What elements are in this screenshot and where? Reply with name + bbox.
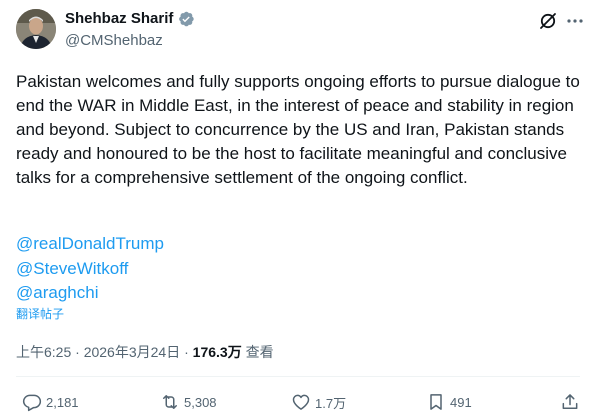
bookmark-button[interactable]: 491 [426,392,472,412]
meta-separator: · [180,344,193,360]
like-count: 1.7万 [315,395,347,411]
verified-badge-icon [179,11,195,27]
like-icon [292,394,310,410]
repost-icon [163,395,177,409]
post-text: Pakistan welcomes and fully supports ong… [16,72,580,187]
author-handle[interactable]: @CMShehbaz [65,31,163,51]
bookmark-icon [430,394,442,410]
reply-icon [22,394,42,412]
avatar[interactable] [16,9,56,49]
mention-link[interactable]: @realDonaldTrump [16,232,164,257]
post-date[interactable]: 2026年3月24日 [84,344,181,360]
divider [16,376,580,377]
avatar-image [16,9,56,49]
mentions: @realDonaldTrump @SteveWitkoff @araghchi [16,232,164,306]
grok-icon[interactable] [538,11,558,31]
author-name[interactable]: Shehbaz Sharif [65,9,173,29]
views-count: 176.3万 [192,344,242,360]
translate-post-link[interactable]: 翻译帖子 [16,306,64,322]
share-button[interactable] [560,392,584,412]
post-meta: 上午6:25 · 2026年3月24日 · 176.3万 查看 [16,342,274,362]
mention-link[interactable]: @SteveWitkoff [16,257,164,282]
post-time[interactable]: 上午6:25 [16,344,71,360]
mention-link[interactable]: @araghchi [16,281,164,306]
more-icon[interactable] [565,11,585,31]
meta-separator: · [71,344,84,360]
reply-count: 2,181 [46,394,79,410]
like-button[interactable]: 1.7万 [291,392,346,412]
repost-count: 5,308 [184,394,217,410]
bookmark-count: 491 [450,394,472,410]
repost-button[interactable]: 5,308 [160,392,217,412]
share-icon [562,394,578,409]
reply-button[interactable]: 2,181 [22,392,79,412]
views-label: 查看 [241,344,274,360]
action-bar: 2,181 5,308 1.7万 491 [0,392,596,414]
